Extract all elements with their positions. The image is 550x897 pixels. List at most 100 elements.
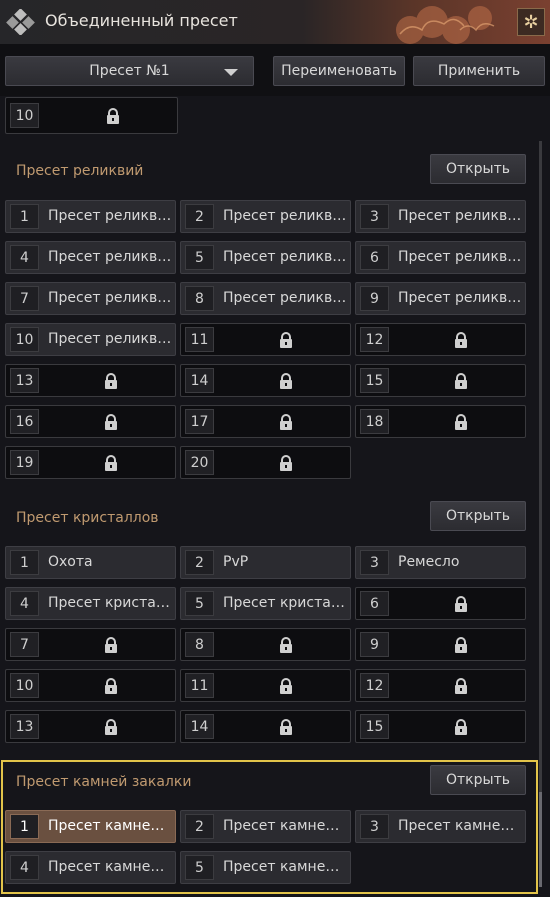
slot-number: 3 — [360, 550, 389, 575]
locked-slot[interactable]: 19 — [5, 446, 176, 479]
slot-number: 7 — [10, 632, 39, 657]
preset-slot[interactable]: 6 Пресет реликви... — [355, 241, 526, 274]
lock-icon — [280, 373, 292, 389]
preset-slot[interactable]: 8 Пресет реликви... — [180, 282, 351, 315]
slot-label: Пресет реликви... — [398, 249, 523, 265]
preset-slot[interactable]: 3 Ремесло — [355, 546, 526, 579]
preset-slot[interactable]: 9 Пресет реликви... — [355, 282, 526, 315]
slot-number: 14 — [185, 714, 214, 739]
locked-slot[interactable]: 9 — [355, 628, 526, 661]
slot-number: 5 — [185, 855, 214, 880]
locked-slot[interactable]: 11 — [180, 669, 351, 702]
crystals-open-button[interactable]: Открыть — [430, 501, 526, 531]
locked-slot[interactable]: 6 — [355, 587, 526, 620]
preset-slot[interactable]: 10 Пресет реликви... — [5, 323, 176, 356]
slot-number: 3 — [360, 204, 389, 229]
preset-slot[interactable]: 5 Пресет кристал... — [180, 587, 351, 620]
locked-slot[interactable]: 13 — [5, 710, 176, 743]
preset-slot[interactable]: 5 Пресет камней ... — [180, 851, 351, 884]
locked-slot[interactable]: 15 — [355, 710, 526, 743]
preset-slot[interactable]: 1 Пресет камней ... — [5, 810, 176, 843]
lock-icon — [280, 332, 292, 348]
title-bar: Объединенный пресет ✲ — [0, 0, 550, 45]
lock-icon — [280, 719, 292, 735]
locked-slot[interactable]: 17 — [180, 405, 351, 438]
preset-dropdown-value: Пресет №1 — [89, 63, 170, 79]
preset-slot[interactable]: 5 Пресет реликви... — [180, 241, 351, 274]
slot-number: 4 — [10, 591, 39, 616]
slot-number: 2 — [185, 814, 214, 839]
slot-number: 9 — [360, 286, 389, 311]
locked-slot[interactable]: 7 — [5, 628, 176, 661]
locked-slot[interactable]: 12 — [355, 323, 526, 356]
lock-icon — [105, 455, 117, 471]
slot-number: 10 — [10, 327, 39, 352]
slot-number: 11 — [185, 673, 214, 698]
rename-button[interactable]: Переименовать — [273, 56, 405, 86]
crystals-section-title: Пресет кристаллов — [16, 510, 159, 526]
preset-slot[interactable]: 4 Пресет реликви... — [5, 241, 176, 274]
lock-icon — [280, 678, 292, 694]
locked-slot[interactable]: 14 — [180, 364, 351, 397]
slot-number: 10 — [10, 673, 39, 698]
slot-number: 15 — [360, 368, 389, 393]
slot-label: Пресет реликви... — [48, 208, 173, 224]
lock-icon — [107, 108, 119, 124]
locked-slot[interactable]: 14 — [180, 710, 351, 743]
locked-slot[interactable]: 11 — [180, 323, 351, 356]
slot-number: 6 — [360, 245, 389, 270]
slot-label: Пресет реликви... — [48, 331, 173, 347]
lock-icon — [105, 637, 117, 653]
locked-slot[interactable]: 18 — [355, 405, 526, 438]
scrollbar-thumb[interactable] — [539, 792, 542, 887]
caret-down-icon — [224, 69, 238, 76]
lock-icon — [280, 414, 292, 430]
toolbar: Пресет №1 Переименовать Применить — [0, 44, 550, 96]
slot-locked[interactable]: 10 — [5, 97, 178, 134]
preset-slot[interactable]: 1 Охота — [5, 546, 176, 579]
preset-slot[interactable]: 3 Пресет реликви... — [355, 200, 526, 233]
lock-icon — [455, 637, 467, 653]
preset-slot[interactable]: 4 Пресет камней ... — [5, 851, 176, 884]
lock-icon — [105, 414, 117, 430]
slot-label: PvP — [223, 554, 249, 570]
preset-slot[interactable]: 3 Пресет камней ... — [355, 810, 526, 843]
slot-number: 15 — [360, 714, 389, 739]
locked-slot[interactable]: 12 — [355, 669, 526, 702]
slot-number: 11 — [185, 327, 214, 352]
slot-label: Пресет реликви... — [48, 249, 173, 265]
slot-number: 19 — [10, 450, 39, 475]
tempering-section-title: Пресет камней закалки — [16, 774, 192, 790]
relics-open-button[interactable]: Открыть — [430, 154, 526, 184]
preset-slot[interactable]: 2 Пресет камней ... — [180, 810, 351, 843]
locked-slot[interactable]: 10 — [5, 669, 176, 702]
apply-button[interactable]: Применить — [413, 56, 545, 86]
preset-slot[interactable]: 2 Пресет реликви... — [180, 200, 351, 233]
lock-icon — [455, 596, 467, 612]
slot-label: Пресет кристал... — [48, 595, 173, 611]
preset-dropdown[interactable]: Пресет №1 — [5, 56, 254, 86]
preset-slot[interactable]: 7 Пресет реликви... — [5, 282, 176, 315]
slot-number: 14 — [185, 368, 214, 393]
slot-number: 9 — [360, 632, 389, 657]
slot-number: 1 — [10, 550, 39, 575]
locked-slot[interactable]: 13 — [5, 364, 176, 397]
slot-number: 4 — [10, 245, 39, 270]
tempering-open-button[interactable]: Открыть — [430, 765, 526, 795]
preset-slot[interactable]: 1 Пресет реликви... — [5, 200, 176, 233]
slot-number: 18 — [360, 409, 389, 434]
star-icon[interactable]: ✲ — [517, 8, 545, 36]
slot-label: Пресет реликви... — [398, 208, 523, 224]
slot-number: 13 — [10, 368, 39, 393]
slot-number: 1 — [10, 814, 39, 839]
locked-slot[interactable]: 20 — [180, 446, 351, 479]
preset-slot[interactable]: 4 Пресет кристал... — [5, 587, 176, 620]
locked-slot[interactable]: 8 — [180, 628, 351, 661]
locked-slot[interactable]: 16 — [5, 405, 176, 438]
slot-label: Пресет реликви... — [223, 249, 348, 265]
scrollbar[interactable] — [539, 141, 542, 887]
slot-label: Ремесло — [398, 554, 460, 570]
lock-icon — [455, 332, 467, 348]
preset-slot[interactable]: 2 PvP — [180, 546, 351, 579]
locked-slot[interactable]: 15 — [355, 364, 526, 397]
